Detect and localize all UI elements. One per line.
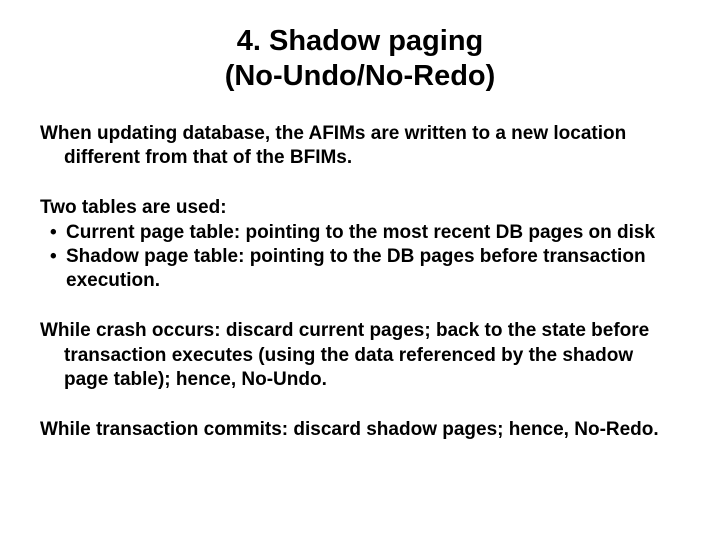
p2-line1: While crash occurs: discard current page… xyxy=(40,320,649,341)
p1-line2: different from that of the BFIMs. xyxy=(40,147,352,168)
p2-line3: page table); hence, No-Undo. xyxy=(40,369,327,390)
bullet-shadow-page-table-line1: Shadow page table: pointing to the DB pa… xyxy=(66,246,646,267)
list-item: Current page table: pointing to the most… xyxy=(50,221,680,245)
paragraph-commit: While transaction commits: discard shado… xyxy=(40,418,680,442)
p3-line1: While transaction commits: discard shado… xyxy=(40,419,659,440)
bullet-current-page-table: Current page table: pointing to the most… xyxy=(66,222,655,243)
slide: 4. Shadow paging (No-Undo/No-Redo) When … xyxy=(0,0,720,540)
p1-line1: When updating database, the AFIMs are wr… xyxy=(40,123,626,144)
bullet-shadow-page-table-line2: execution. xyxy=(66,269,680,293)
title-line-2: (No-Undo/No-Redo) xyxy=(225,60,496,92)
list-item: Shadow page table: pointing to the DB pa… xyxy=(50,245,680,294)
tables-block: Two tables are used: Current page table:… xyxy=(40,196,680,293)
paragraph-crash: While crash occurs: discard current page… xyxy=(40,319,680,392)
slide-title: 4. Shadow paging (No-Undo/No-Redo) xyxy=(40,24,680,94)
tables-bullets: Current page table: pointing to the most… xyxy=(40,221,680,294)
paragraph-intro: When updating database, the AFIMs are wr… xyxy=(40,122,680,171)
p2-line2: transaction executes (using the data ref… xyxy=(40,345,633,366)
tables-lead: Two tables are used: xyxy=(40,196,680,220)
title-line-1: 4. Shadow paging xyxy=(237,25,484,57)
